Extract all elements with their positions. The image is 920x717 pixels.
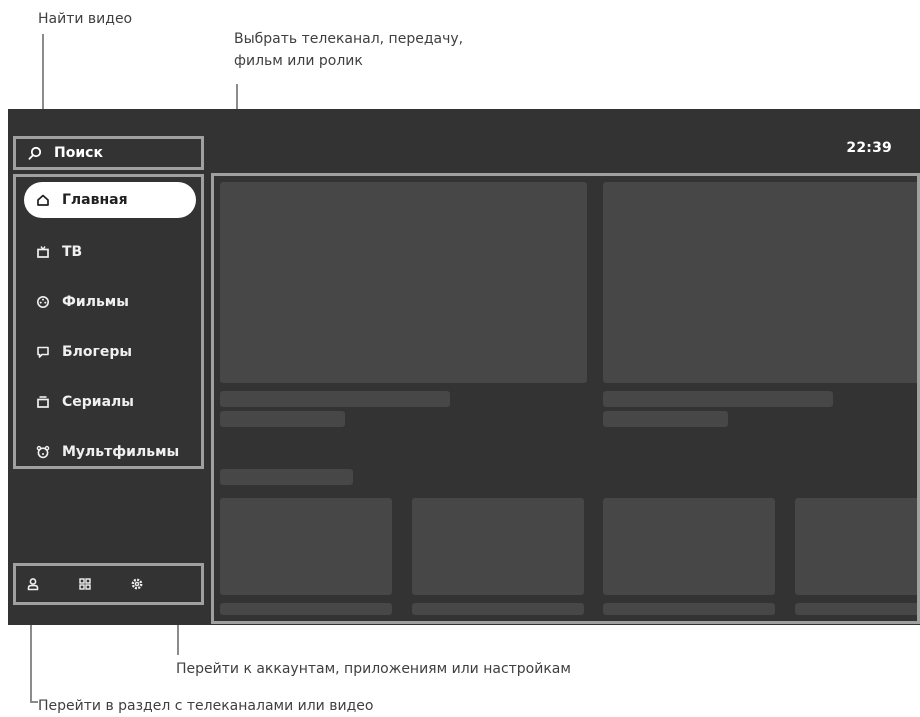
apps-grid-icon[interactable] [78,577,92,591]
content-tile[interactable] [412,498,584,595]
caption-placeholder [412,603,584,615]
sidebar-nav: Главная ТВ Фильмы Блогеры Сериалы Мультф… [13,174,204,469]
sidebar-item-label: ТВ [62,244,83,260]
featured-tile[interactable] [220,182,587,383]
nav-annotation: Перейти в раздел с телеканалами или виде… [38,698,374,714]
cartoon-bear-icon [36,445,50,459]
content-area [211,173,920,624]
content-annotation-line2: фильм или ролик [234,53,363,69]
status-clock: 22:39 [846,140,892,156]
nav-annotation-leader-foot [30,701,38,703]
featured-tile[interactable] [603,182,917,383]
sidebar-item-films[interactable]: Фильмы [24,284,196,320]
search-icon [28,146,42,160]
subtitle-placeholder [220,411,345,427]
caption-placeholder [603,603,775,615]
sidebar-item-label: Главная [62,192,128,208]
search-bar[interactable]: Поиск [13,136,204,170]
chat-bubble-icon [36,345,50,359]
sidebar-item-home[interactable]: Главная [24,182,196,218]
user-icon[interactable] [26,577,40,591]
sidebar-item-tv[interactable]: ТВ [24,234,196,270]
sidebar-item-cartoons[interactable]: Мультфильмы [24,434,196,470]
content-tile[interactable] [220,498,392,595]
content-tile[interactable] [603,498,775,595]
film-reel-icon [36,295,50,309]
title-placeholder [220,391,450,407]
title-placeholder [603,391,833,407]
utility-bar [13,563,204,605]
tv-icon [36,245,50,259]
sidebar-item-label: Мультфильмы [62,444,180,460]
sidebar-item-label: Блогеры [62,344,133,360]
caption-placeholder [220,603,392,615]
search-annotation: Найти видео [38,11,133,27]
caption-placeholder [795,603,917,615]
search-label: Поиск [54,145,103,161]
sidebar-item-label: Фильмы [62,294,129,310]
gear-icon[interactable] [130,577,144,591]
home-icon [36,193,50,207]
utility-annotation: Перейти к аккаунтам, приложениям или нас… [176,661,571,677]
sidebar-item-label: Сериалы [62,394,134,410]
sidebar-item-series[interactable]: Сериалы [24,384,196,420]
content-annotation-line1: Выбрать телеканал, передачу, [234,31,464,47]
section-heading-placeholder [220,469,353,485]
series-stack-icon [36,395,50,409]
subtitle-placeholder [603,411,728,427]
sidebar-item-bloggers[interactable]: Блогеры [24,334,196,370]
content-tile[interactable] [795,498,917,595]
